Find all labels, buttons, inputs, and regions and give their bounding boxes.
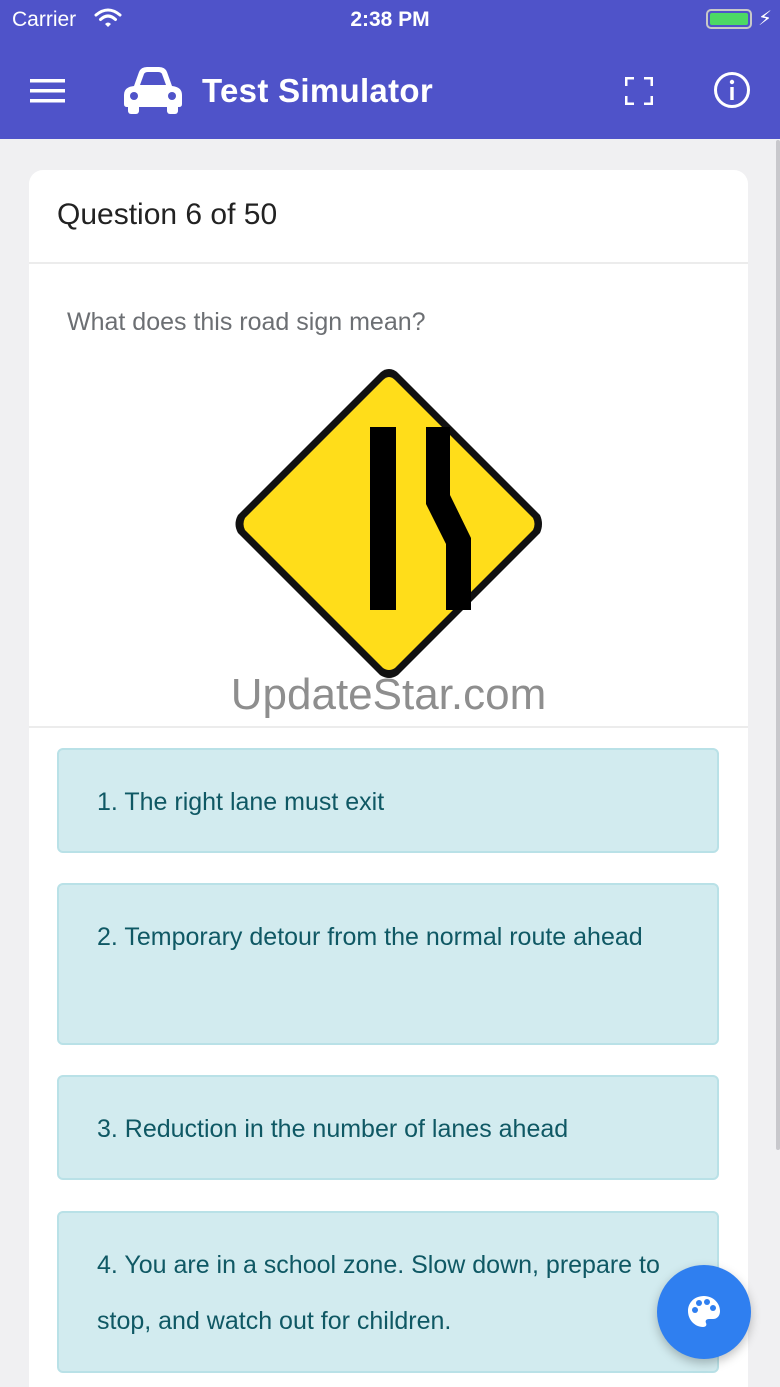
info-icon[interactable]: [713, 71, 751, 109]
app-bar: Carrier 2:38 PM ⚡ Test Simulator: [0, 0, 780, 139]
answer-option-4[interactable]: 4. You are in a school zone. Slow down, …: [57, 1211, 719, 1373]
lane-reduction-sign-image: [235, 369, 542, 678]
status-bar: Carrier 2:38 PM ⚡: [0, 0, 780, 40]
fullscreen-icon[interactable]: [625, 77, 653, 105]
answer-option-1[interactable]: 1. The right lane must exit: [57, 748, 719, 853]
battery-icon: [706, 9, 752, 29]
answer-option-2[interactable]: 2. Temporary detour from the normal rout…: [57, 883, 719, 1045]
answer-option-3[interactable]: 3. Reduction in the number of lanes ahea…: [57, 1075, 719, 1180]
question-card: Question 6 of 50 What does this road sig…: [29, 170, 748, 1387]
palette-icon: [688, 1296, 720, 1327]
theme-palette-button[interactable]: [657, 1265, 751, 1359]
hamburger-menu-icon[interactable]: [30, 78, 65, 104]
car-icon: [124, 67, 182, 114]
divider: [29, 726, 748, 728]
charging-icon: ⚡: [757, 8, 772, 30]
status-time: 2:38 PM: [350, 8, 430, 31]
scrollbar[interactable]: [776, 140, 780, 1150]
question-text: What does this road sign mean?: [67, 308, 426, 336]
app-title: Test Simulator: [202, 72, 433, 109]
question-counter: Question 6 of 50: [29, 170, 748, 264]
watermark-text: UpdateStar.com: [230, 670, 547, 719]
